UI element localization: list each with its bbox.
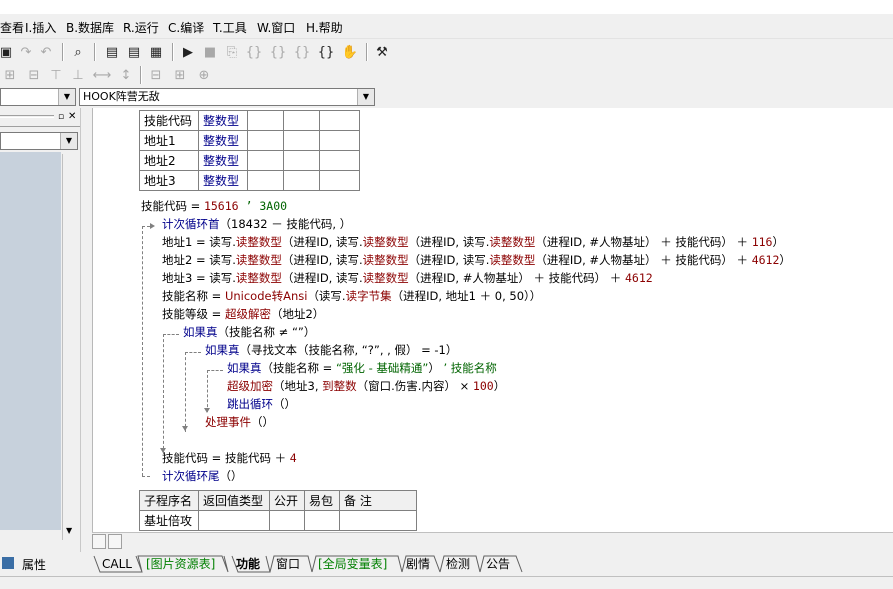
- property-list: [0, 152, 61, 530]
- table-row: 地址2 整数型: [139, 150, 360, 171]
- code-line[interactable]: 如果真（寻找文本（技能名称, “?”, , 假） = -1）: [205, 342, 457, 358]
- title-bar: [0, 0, 893, 14]
- local-variable-table: 技能代码 整数型 地址1 整数型 地址2 整数型 地址3 整数型: [139, 110, 360, 191]
- var-type[interactable]: 整数型: [198, 110, 248, 131]
- find-icon[interactable]: ⌕: [68, 42, 88, 62]
- layout-split-icon[interactable]: ▦: [146, 42, 166, 62]
- code-line[interactable]: 技能等级 = 超级解密（地址2）: [162, 306, 324, 322]
- var-type[interactable]: 整数型: [198, 170, 248, 191]
- space-vertical-icon[interactable]: ↕: [116, 65, 136, 85]
- tab-outlines: [93, 555, 523, 573]
- code-line[interactable]: 超级加密（地址3, 到整数（窗口.伤害.内容） × 100）: [227, 378, 505, 394]
- step-out-icon[interactable]: {}: [292, 42, 312, 62]
- space-horizontal-icon[interactable]: ⟷: [92, 65, 112, 85]
- class-combo[interactable]: ▼: [0, 88, 76, 106]
- align-top-icon[interactable]: ⊤: [46, 65, 66, 85]
- left-tab-bar: 属性: [0, 553, 80, 575]
- table-row: 地址3 整数型: [139, 170, 360, 191]
- menu-view[interactable]: 查看: [0, 19, 24, 36]
- run-icon[interactable]: ▶: [178, 42, 198, 62]
- code-line[interactable]: 处理事件（）: [205, 414, 274, 430]
- code-line[interactable]: 地址1 = 读写.读整数型（进程ID, 读写.读整数型（进程ID, 读写.读整数…: [162, 234, 784, 250]
- step-icon[interactable]: ⎘: [222, 42, 242, 62]
- editor-tabs: CALL [图片资源表] 功能 窗口 [全局变量表] 剧情 检测 公告: [92, 552, 893, 576]
- align-center-icon[interactable]: ⊟: [24, 65, 44, 85]
- horizontal-scrollbar[interactable]: [92, 532, 893, 551]
- code-line[interactable]: 技能名称 = Unicode转Ansi（读写.读字节集（进程ID, 地址1 ＋ …: [162, 288, 541, 304]
- code-line[interactable]: 如果真（技能名称 = “强化 - 基础精通”） ’ 技能名称: [227, 360, 497, 376]
- code-line[interactable]: 跳出循环（）: [227, 396, 296, 412]
- table-header-row: 子程序名 返回值类型 公开 易包 备 注: [139, 490, 417, 511]
- column-header: 公开: [269, 490, 305, 511]
- code-line[interactable]: 如果真（技能名称 ≠ “”）: [183, 324, 315, 340]
- combo-row: ▼ HOOK阵营无敌 ▼: [0, 86, 893, 108]
- column-header: 返回值类型: [198, 490, 270, 511]
- subroutine-table: 子程序名 返回值类型 公开 易包 备 注 基址倍攻: [139, 490, 417, 531]
- var-name[interactable]: 地址1: [139, 130, 199, 151]
- align-middle-icon[interactable]: ⊥: [68, 65, 88, 85]
- same-height-icon[interactable]: ⊞: [170, 65, 190, 85]
- hand-icon[interactable]: ✋: [340, 42, 360, 62]
- property-icon: [2, 557, 14, 569]
- code-line[interactable]: 地址2 = 读写.读整数型（进程ID, 读写.读整数型（进程ID, 读写.读整数…: [162, 252, 791, 268]
- align-toolbar: ⊞ ⊟ ⊤ ⊥ ⟷ ↕ ⊟ ⊞ ⊕: [0, 64, 893, 86]
- stop-icon[interactable]: ■: [200, 42, 220, 62]
- save-icon[interactable]: ▣: [0, 42, 16, 62]
- same-size-icon[interactable]: ⊕: [194, 65, 214, 85]
- table-row: 技能代码 整数型: [139, 110, 360, 131]
- step-into-icon[interactable]: {}: [244, 42, 264, 62]
- menu-database[interactable]: B.数据库: [66, 19, 114, 36]
- menu-run[interactable]: R.运行: [123, 19, 159, 36]
- same-width-icon[interactable]: ⊟: [146, 65, 166, 85]
- tab-properties[interactable]: 属性: [22, 556, 46, 573]
- chevron-down-icon[interactable]: ▼: [60, 133, 77, 149]
- run-to-cursor-icon[interactable]: {}: [316, 42, 336, 62]
- code-editor[interactable]: 技能代码 整数型 地址1 整数型 地址2 整数型 地址3 整数型 技能代码 = …: [92, 108, 893, 532]
- code-line[interactable]: 计次循环首（18432 － 技能代码, ）: [162, 216, 351, 232]
- scroll-thumb[interactable]: [108, 534, 122, 549]
- property-combo[interactable]: ▼: [0, 132, 78, 150]
- menu-bar: 查看 I.插入 B.数据库 R.运行 C.编译 T.工具 W.窗口 H.帮助: [0, 16, 893, 39]
- column-header: 易包: [304, 490, 340, 511]
- chevron-down-icon[interactable]: ▼: [357, 89, 374, 105]
- code-line[interactable]: 技能代码 = 15616 ’ 3A00: [141, 198, 287, 214]
- subroutine-name[interactable]: 基址倍攻: [139, 510, 199, 531]
- method-combo[interactable]: HOOK阵营无敌 ▼: [79, 88, 375, 106]
- code-line[interactable]: 计次循环尾（）: [162, 468, 243, 484]
- align-left-icon[interactable]: ⊞: [0, 65, 20, 85]
- restore-icon[interactable]: ▫: [58, 112, 64, 122]
- table-row: 地址1 整数型: [139, 130, 360, 151]
- undo-icon[interactable]: ↶: [36, 42, 56, 62]
- column-header: 子程序名: [139, 490, 199, 511]
- menu-tools[interactable]: T.工具: [213, 19, 247, 36]
- tools-icon[interactable]: ⚒: [372, 42, 392, 62]
- var-name[interactable]: 地址3: [139, 170, 199, 191]
- menu-insert[interactable]: I.插入: [25, 19, 56, 36]
- close-icon[interactable]: ✕: [68, 111, 76, 122]
- menu-help[interactable]: H.帮助: [306, 19, 343, 36]
- step-over-icon[interactable]: {}: [268, 42, 288, 62]
- table-row: 基址倍攻: [139, 510, 417, 531]
- var-type[interactable]: 整数型: [198, 130, 248, 151]
- var-type[interactable]: 整数型: [198, 150, 248, 171]
- method-combo-value: HOOK阵营无敌: [83, 90, 160, 103]
- status-bar: [0, 576, 893, 589]
- layout-top-icon[interactable]: ▤: [124, 42, 144, 62]
- column-header: 备 注: [339, 490, 417, 511]
- main-toolbar: ▣ ↷ ↶ ⌕ ▤ ▤ ▦ ▶ ■ ⎘ {} {} {} {} ✋ ⚒: [0, 40, 893, 64]
- var-name[interactable]: 技能代码: [139, 110, 199, 131]
- code-line[interactable]: 技能代码 = 技能代码 ＋ 4: [162, 450, 297, 466]
- var-name[interactable]: 地址2: [139, 150, 199, 171]
- panel-header: ▫ ✕: [0, 111, 80, 127]
- menu-compile[interactable]: C.编译: [168, 19, 204, 36]
- scroll-left-icon[interactable]: [92, 534, 106, 549]
- redo-icon[interactable]: ↷: [16, 42, 36, 62]
- vertical-scrollbar[interactable]: ▼: [62, 154, 79, 540]
- layout-left-icon[interactable]: ▤: [102, 42, 122, 62]
- menu-window[interactable]: W.窗口: [257, 19, 295, 36]
- chevron-down-icon[interactable]: ▼: [58, 89, 75, 105]
- code-line[interactable]: 地址3 = 读写.读整数型（进程ID, 读写.读整数型（进程ID, #人物基址）…: [162, 270, 653, 286]
- scroll-down-icon[interactable]: ▼: [66, 526, 72, 535]
